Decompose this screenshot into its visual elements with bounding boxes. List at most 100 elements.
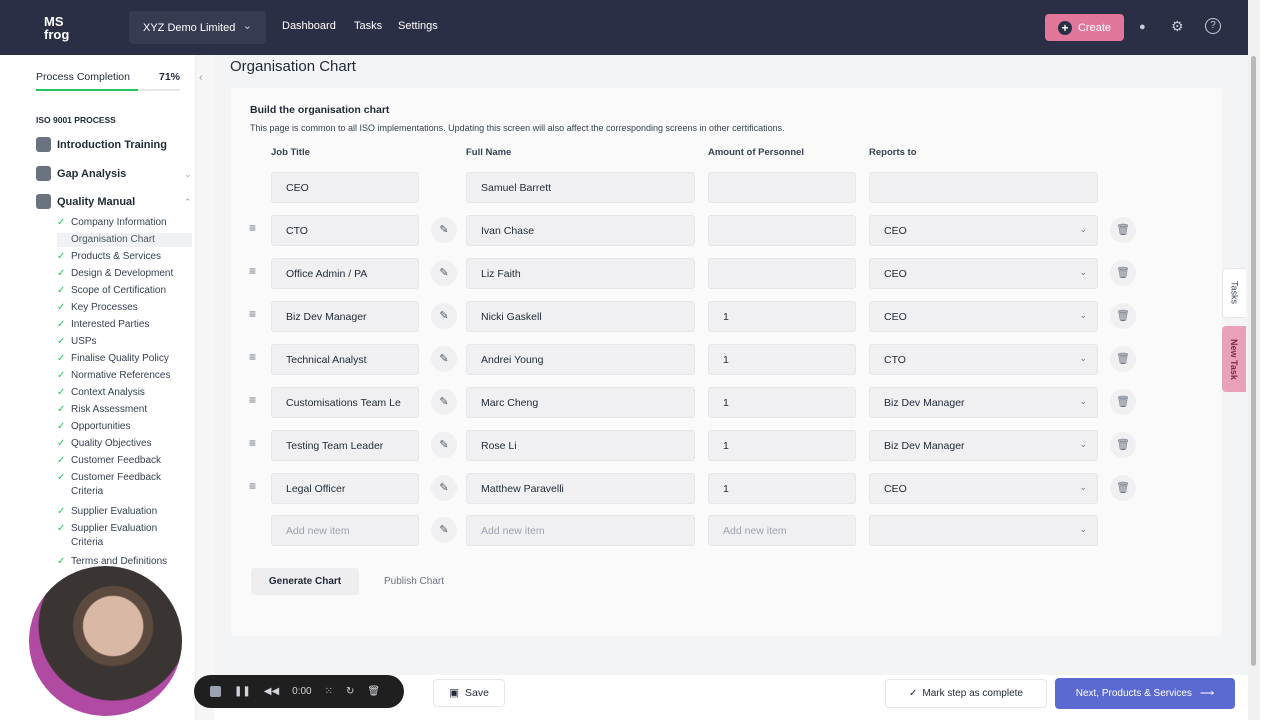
app-logo[interactable]: MS frog: [44, 15, 69, 41]
amount-field[interactable]: 1: [708, 344, 856, 375]
sidebar-item[interactable]: ✓ Normative References: [57, 369, 192, 383]
amount-field[interactable]: [708, 258, 856, 289]
root-full-name-field[interactable]: Samuel Barrett: [466, 172, 695, 203]
delete-icon[interactable]: 🗑: [1110, 475, 1136, 501]
root-job-title-field[interactable]: CEO: [271, 172, 419, 203]
new-reports-to-select[interactable]: ⌄: [869, 515, 1098, 546]
user-icon[interactable]: ●: [1139, 21, 1146, 33]
grid-icon[interactable]: ⁙: [325, 686, 333, 697]
generate-chart-button[interactable]: Generate Chart: [251, 568, 359, 595]
drag-handle-icon[interactable]: ≡: [249, 479, 256, 493]
section-introduction-training[interactable]: Introduction Training: [36, 137, 167, 152]
sidebar-item[interactable]: ✓ Supplier Evaluation Criteria: [57, 522, 192, 550]
trash-icon[interactable]: 🗑: [367, 686, 380, 697]
drag-handle-icon[interactable]: ≡: [249, 221, 256, 235]
delete-icon[interactable]: 🗑: [1110, 346, 1136, 372]
nav-tasks[interactable]: Tasks: [354, 20, 382, 32]
edit-icon[interactable]: ✎: [431, 260, 457, 286]
sidebar-item[interactable]: ✓ Context Analysis: [57, 386, 192, 400]
nav-dashboard[interactable]: Dashboard: [282, 20, 336, 32]
sidebar-item[interactable]: Organisation Chart: [57, 233, 192, 247]
sidebar-item[interactable]: ✓ Supplier Evaluation: [57, 505, 192, 519]
delete-icon[interactable]: 🗑: [1110, 217, 1136, 243]
reports-to-select[interactable]: CEO ⌄: [869, 301, 1098, 332]
sidebar-item[interactable]: ✓ Risk Assessment: [57, 403, 192, 417]
edit-icon[interactable]: ✎: [431, 217, 457, 243]
full-name-field[interactable]: Rose Li: [466, 430, 695, 461]
sidebar-item[interactable]: ✓ Scope of Certification: [57, 284, 192, 298]
job-title-field[interactable]: Customisations Team Le: [271, 387, 419, 418]
chevron-down-icon[interactable]: ⌄: [184, 169, 192, 180]
amount-field[interactable]: 1: [708, 430, 856, 461]
reports-to-select[interactable]: Biz Dev Manager ⌄: [869, 387, 1098, 418]
reports-to-select[interactable]: CEO ⌄: [869, 215, 1098, 246]
full-name-field[interactable]: Marc Cheng: [466, 387, 695, 418]
reports-to-select[interactable]: CEO ⌄: [869, 258, 1098, 289]
company-selector[interactable]: XYZ Demo Limited ⌄: [129, 11, 266, 44]
job-title-field[interactable]: Testing Team Leader: [271, 430, 419, 461]
scrollbar-thumb[interactable]: [1251, 56, 1256, 666]
sidebar-item[interactable]: ✓ Interested Parties: [57, 318, 192, 332]
new-job-title-input[interactable]: Add new item: [271, 515, 419, 546]
sidebar-item[interactable]: ✓ Opportunities: [57, 420, 192, 434]
drag-handle-icon[interactable]: ≡: [249, 307, 256, 321]
drag-handle-icon[interactable]: ≡: [249, 436, 256, 450]
sidebar-item[interactable]: ✓ USPs: [57, 335, 192, 349]
edit-icon[interactable]: ✎: [431, 475, 457, 501]
full-name-field[interactable]: Matthew Paravelli: [466, 473, 695, 504]
full-name-field[interactable]: Andrei Young: [466, 344, 695, 375]
edit-icon[interactable]: ✎: [431, 346, 457, 372]
full-name-field[interactable]: Ivan Chase: [466, 215, 695, 246]
publish-chart-button[interactable]: Publish Chart: [369, 568, 459, 595]
next-step-button[interactable]: Next, Products & Services ⟶: [1055, 678, 1235, 709]
root-reports-to-field[interactable]: [869, 172, 1098, 203]
delete-icon[interactable]: 🗑: [1110, 260, 1136, 286]
sidebar-item[interactable]: ✓ Quality Objectives: [57, 437, 192, 451]
new-full-name-input[interactable]: Add new item: [466, 515, 695, 546]
job-title-field[interactable]: Biz Dev Manager: [271, 301, 419, 332]
amount-field[interactable]: 1: [708, 387, 856, 418]
amount-field[interactable]: [708, 215, 856, 246]
new-task-side-tab[interactable]: New Task: [1222, 326, 1246, 392]
pause-icon[interactable]: ❚❚: [234, 686, 251, 697]
restart-icon[interactable]: ↻: [346, 686, 354, 697]
edit-icon[interactable]: ✎: [431, 432, 457, 458]
drag-handle-icon[interactable]: ≡: [249, 393, 256, 407]
new-amount-input[interactable]: Add new item: [708, 515, 856, 546]
chevron-up-icon[interactable]: ⌃: [184, 197, 192, 208]
sidebar-item[interactable]: ✓ Terms and Definitions: [57, 555, 192, 569]
page-scrollbar[interactable]: [1248, 0, 1260, 720]
job-title-field[interactable]: Legal Officer: [271, 473, 419, 504]
stop-icon[interactable]: [210, 686, 221, 697]
section-gap-analysis[interactable]: Gap Analysis: [36, 166, 126, 181]
sidebar-item[interactable]: ✓ Finalise Quality Policy: [57, 352, 192, 366]
gear-icon[interactable]: ⚙: [1171, 18, 1184, 35]
nav-settings[interactable]: Settings: [398, 20, 438, 32]
reports-to-select[interactable]: CTO ⌄: [869, 344, 1098, 375]
full-name-field[interactable]: Liz Faith: [466, 258, 695, 289]
save-button[interactable]: ▣ Save: [433, 679, 505, 707]
delete-icon[interactable]: 🗑: [1110, 432, 1136, 458]
sidebar-item[interactable]: ✓ Customer Feedback Criteria: [57, 471, 192, 499]
job-title-field[interactable]: Office Admin / PA: [271, 258, 419, 289]
edit-icon[interactable]: ✎: [431, 389, 457, 415]
help-icon[interactable]: ?: [1205, 18, 1221, 34]
job-title-field[interactable]: Technical Analyst: [271, 344, 419, 375]
drag-handle-icon[interactable]: ≡: [249, 264, 256, 278]
reports-to-select[interactable]: CEO ⌄: [869, 473, 1098, 504]
collapse-sidebar-icon[interactable]: ‹: [199, 72, 203, 84]
delete-icon[interactable]: 🗑: [1110, 303, 1136, 329]
reports-to-select[interactable]: Biz Dev Manager ⌄: [869, 430, 1098, 461]
edit-icon[interactable]: ✎: [431, 517, 457, 543]
sidebar-item[interactable]: ✓ Key Processes: [57, 301, 192, 315]
create-button[interactable]: + Create: [1045, 14, 1124, 41]
root-amount-field[interactable]: [708, 172, 856, 203]
drag-handle-icon[interactable]: ≡: [249, 350, 256, 364]
amount-field[interactable]: 1: [708, 473, 856, 504]
sidebar-item[interactable]: ✓ Customer Feedback: [57, 454, 192, 468]
sidebar-item[interactable]: ✓ Products & Services: [57, 250, 192, 264]
edit-icon[interactable]: ✎: [431, 303, 457, 329]
sidebar-item[interactable]: ✓ Design & Development: [57, 267, 192, 281]
sidebar-item[interactable]: ✓ Company Information: [57, 216, 192, 230]
delete-icon[interactable]: 🗑: [1110, 389, 1136, 415]
